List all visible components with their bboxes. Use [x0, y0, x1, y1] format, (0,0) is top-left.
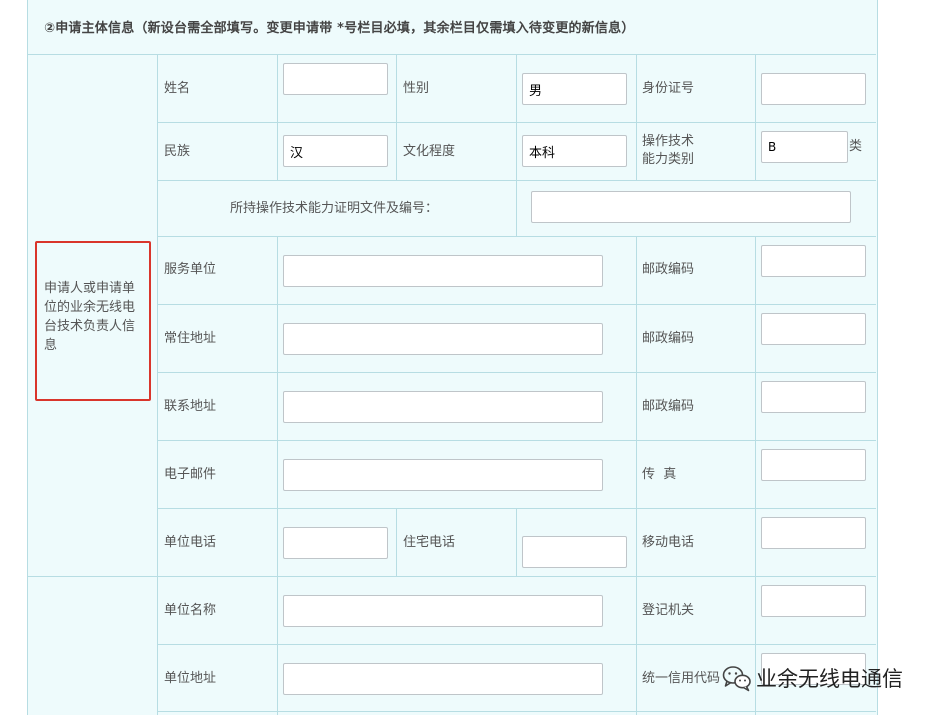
employer-input[interactable]: [283, 255, 603, 287]
fax-input[interactable]: [761, 449, 866, 481]
postcode1-input[interactable]: [761, 245, 866, 277]
residence-input[interactable]: [283, 323, 603, 355]
skill-class-label: 操作技术 能力类别: [642, 133, 694, 169]
certificate-label: 所持操作技术能力证明文件及编号：: [230, 201, 439, 216]
grid-line: [277, 55, 278, 180]
unit-name-label: 单位名称: [164, 603, 217, 618]
email-input[interactable]: [283, 459, 603, 491]
skill-class-label-line2: 能力类别: [642, 152, 695, 167]
grid-line: [516, 508, 517, 576]
grid-line: [755, 55, 756, 180]
name-label: 姓名: [164, 81, 191, 96]
grid-line: [636, 55, 637, 180]
work-phone-input[interactable]: [283, 527, 388, 559]
grid-line: [157, 711, 876, 712]
email-label: 电子邮件: [164, 467, 217, 482]
postcode1-label: 邮政编码: [642, 262, 695, 277]
mobile-input[interactable]: [761, 517, 866, 549]
grid-line: [157, 122, 876, 123]
credit-code-label: 统一信用代码: [642, 671, 721, 686]
employer-label: 服务单位: [164, 262, 217, 277]
grid-line: [28, 576, 876, 577]
grid-line: [157, 236, 876, 237]
postcode3-label: 邮政编码: [642, 399, 695, 414]
grid-line: [396, 55, 397, 180]
unit-address-label: 单位地址: [164, 671, 217, 686]
registrar-label: 登记机关: [642, 603, 695, 618]
unit-address-input[interactable]: [283, 663, 603, 695]
id-number-input[interactable]: [761, 73, 866, 105]
ethnicity-label: 民族: [164, 144, 191, 159]
mobile-label: 移动电话: [642, 535, 695, 550]
education-label: 文化程度: [403, 144, 456, 159]
grid-line: [157, 372, 876, 373]
grid-line: [516, 55, 517, 236]
gender-input[interactable]: [522, 73, 627, 105]
education-input[interactable]: [522, 135, 627, 167]
name-input[interactable]: [283, 63, 388, 95]
contact-address-input[interactable]: [283, 391, 603, 423]
postcode2-input[interactable]: [761, 313, 866, 345]
grid-line: [157, 440, 876, 441]
contact-address-label: 联系地址: [164, 399, 217, 414]
skill-class-suffix: 类: [849, 139, 863, 154]
grid-line: [157, 508, 876, 509]
fax-label: 传 真: [642, 467, 677, 482]
section-header: ②申请主体信息（新设台需全部填写。变更申请带 *号栏目必填，其余栏目仅需填入待变…: [28, 0, 876, 55]
home-phone-input[interactable]: [522, 536, 627, 568]
watermark: 业余无线电通信: [722, 660, 932, 696]
wechat-logo-icon: [722, 666, 751, 692]
highlight-box: [35, 241, 151, 401]
grid-line: [396, 508, 397, 576]
section-title: ②申请主体信息（新设台需全部填写。变更申请带 *号栏目必填，其余栏目仅需填入待变…: [44, 21, 635, 36]
ethnicity-input[interactable]: [283, 135, 388, 167]
certificate-input[interactable]: [531, 191, 851, 223]
skill-class-input[interactable]: [761, 131, 848, 163]
postcode3-input[interactable]: [761, 381, 866, 413]
grid-line: [157, 644, 876, 645]
work-phone-label: 单位电话: [164, 535, 217, 550]
id-number-label: 身份证号: [642, 81, 695, 96]
postcode2-label: 邮政编码: [642, 331, 695, 346]
gender-label: 性别: [403, 81, 430, 96]
grid-line: [157, 55, 158, 715]
registrar-input[interactable]: [761, 585, 866, 617]
grid-line: [157, 180, 876, 181]
unit-name-input[interactable]: [283, 595, 603, 627]
residence-label: 常住地址: [164, 331, 217, 346]
home-phone-label: 住宅电话: [403, 535, 456, 550]
watermark-text: 业余无线电通信: [756, 667, 903, 691]
grid-line: [157, 304, 876, 305]
skill-class-label-line1: 操作技术: [642, 134, 695, 149]
